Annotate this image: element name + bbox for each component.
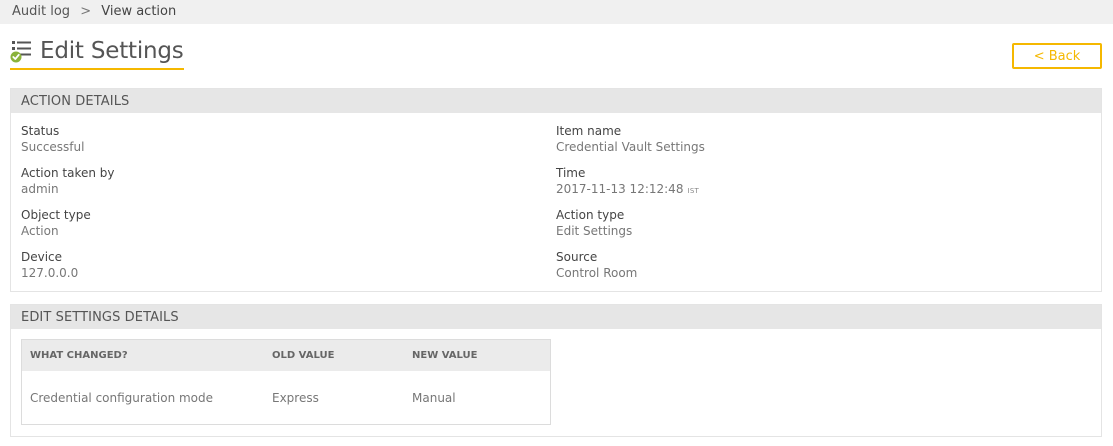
cell-new-value: Manual	[412, 390, 456, 405]
action-type-value: Edit Settings	[556, 224, 633, 238]
taken-by-field: Action taken by admin	[21, 165, 115, 197]
action-details-panel: ACTION DETAILS Status Successful Action …	[10, 88, 1102, 292]
object-type-label: Object type	[21, 208, 91, 222]
status-label: Status	[21, 124, 60, 138]
source-value: Control Room	[556, 266, 638, 280]
breadcrumb-bar: Audit log > View action	[0, 0, 1113, 24]
changes-table: WHAT CHANGED? OLD VALUE NEW VALUE Creden…	[21, 339, 551, 425]
time-label: Time	[556, 166, 586, 180]
time-zone: IST	[687, 187, 700, 195]
changes-table-header: WHAT CHANGED? OLD VALUE NEW VALUE	[22, 340, 550, 371]
breadcrumb-separator: >	[80, 4, 92, 19]
breadcrumb-audit-log-link[interactable]: Audit log	[12, 4, 70, 19]
device-value: 127.0.0.0	[21, 266, 79, 280]
status-field: Status Successful	[21, 123, 84, 155]
object-type-value: Action	[21, 224, 59, 238]
device-field: Device 127.0.0.0	[21, 249, 78, 281]
status-value: Successful	[21, 140, 85, 154]
object-type-field: Object type Action	[21, 207, 91, 239]
page-title: Edit Settings	[40, 38, 184, 64]
column-header-old-value: OLD VALUE	[272, 350, 335, 361]
time-value: 2017-11-13 12:12:48	[556, 182, 684, 196]
source-field: Source Control Room	[556, 249, 637, 281]
time-value-wrap: 2017-11-13 12:12:48 IST	[556, 181, 699, 199]
title-wrap: Edit Settings	[10, 38, 184, 70]
item-name-field: Item name Credential Vault Settings	[556, 123, 705, 155]
cell-old-value: Express	[272, 390, 319, 405]
item-name-value: Credential Vault Settings	[556, 140, 705, 154]
checklist-icon	[10, 38, 34, 64]
cell-what-changed: Credential configuration mode	[30, 390, 214, 405]
action-details-heading: ACTION DETAILS	[11, 89, 1101, 113]
item-name-label: Item name	[556, 124, 622, 138]
edit-settings-details-panel: EDIT SETTINGS DETAILS WHAT CHANGED? OLD …	[10, 304, 1102, 437]
column-header-what-changed: WHAT CHANGED?	[30, 350, 128, 361]
taken-by-label: Action taken by	[21, 166, 115, 180]
table-row: Credential configuration mode Express Ma…	[22, 371, 550, 424]
action-details-grid: Status Successful Action taken by admin …	[11, 113, 1101, 293]
back-button[interactable]: < Back	[1012, 43, 1102, 69]
edit-settings-details-heading: EDIT SETTINGS DETAILS	[11, 305, 1101, 329]
breadcrumb-current: View action	[101, 4, 177, 19]
page-header: Edit Settings	[10, 38, 184, 72]
taken-by-value: admin	[21, 182, 59, 196]
time-field: Time 2017-11-13 12:12:48 IST	[556, 165, 699, 199]
action-type-field: Action type Edit Settings	[556, 207, 632, 239]
source-label: Source	[556, 250, 598, 264]
breadcrumb: Audit log > View action	[12, 4, 176, 19]
column-header-new-value: NEW VALUE	[412, 350, 478, 361]
device-label: Device	[21, 250, 63, 264]
action-type-label: Action type	[556, 208, 625, 222]
